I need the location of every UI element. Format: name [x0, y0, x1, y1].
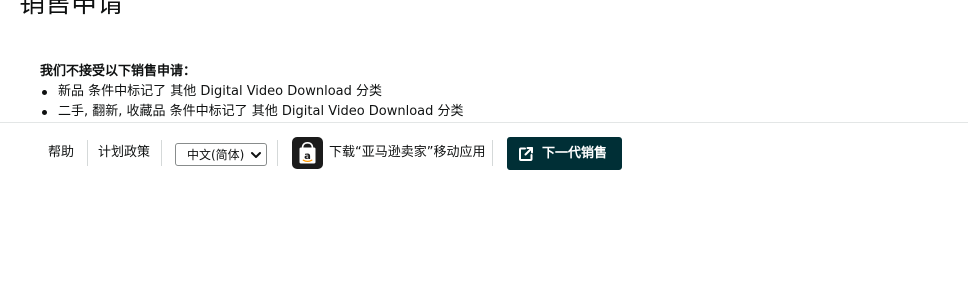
notice-heading: 我们不接受以下销售申请： [40, 64, 197, 79]
not-accepted-notice: 我们不接受以下销售申请： 新品 条件中标记了 其他 Digital Video … [40, 62, 940, 122]
page-title: 销售申请 [19, 0, 124, 19]
footer-divider [0, 122, 968, 123]
next-gen-selling-label: 下一代销售 [542, 146, 608, 161]
program-policy-link[interactable]: 计划政策 [98, 144, 150, 162]
footer-bar: 帮助 计划政策 中文(简体) a 下载“亚马逊卖家”移动应用 下一代销售 [0, 136, 968, 172]
app-download-link[interactable]: 下载“亚马逊卖家”移动应用 [329, 144, 485, 162]
list-item: 新品 条件中标记了 其他 Digital Video Download 分类 [40, 82, 940, 102]
language-select-value: 中文(简体) [187, 148, 245, 162]
footer-divider-line [492, 140, 493, 166]
help-link[interactable]: 帮助 [48, 144, 74, 162]
list-item: 二手, 翻新, 收藏品 条件中标记了 其他 Digital Video Down… [40, 102, 940, 122]
footer-divider-line [277, 140, 278, 166]
external-link-icon [519, 147, 533, 161]
amazon-seller-app-icon[interactable]: a [292, 137, 323, 169]
language-select[interactable]: 中文(简体) [175, 143, 267, 166]
shopping-bag-icon: a [299, 141, 316, 164]
next-gen-selling-button[interactable]: 下一代销售 [507, 137, 622, 170]
footer-divider-line [87, 140, 88, 166]
chevron-down-icon [251, 152, 261, 158]
footer-divider-line [161, 140, 162, 166]
notice-list: 新品 条件中标记了 其他 Digital Video Download 分类 二… [40, 82, 940, 122]
